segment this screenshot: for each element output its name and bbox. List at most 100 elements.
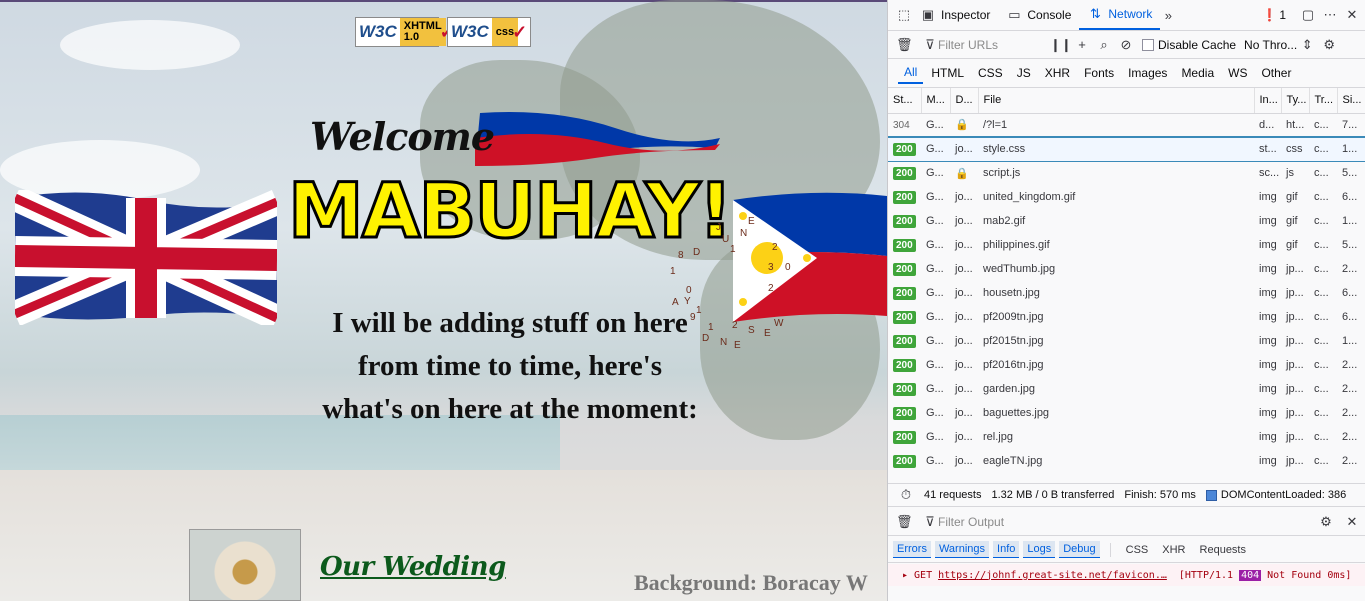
cell-status: 200 (888, 161, 921, 185)
disable-cache-toggle[interactable]: Disable Cache (1142, 38, 1236, 52)
cell-size: 6... (1342, 287, 1358, 299)
table-row[interactable]: 200 G... jo... pf2009tn.jpg img jp... c... 6... (888, 305, 1365, 329)
search-icon[interactable]: ⌕ (1096, 37, 1112, 53)
table-row[interactable]: 200 G... jo... pf2016tn.jpg img jp... c... 2... (888, 353, 1365, 377)
cell-size: 2... (1342, 359, 1358, 371)
type-filter-item[interactable]: XHR (1039, 63, 1076, 83)
close-icon[interactable]: ✕ (1344, 7, 1360, 23)
cell-initiator: img (1259, 455, 1277, 467)
table-row[interactable]: 200 G... jo... style.css st... css c... 1... (888, 137, 1365, 161)
column-header[interactable]: In... (1254, 88, 1282, 114)
cell-size: 2... (1342, 455, 1358, 467)
cell-type: gif (1286, 215, 1298, 227)
finish-time: Finish: 570 ms (1124, 489, 1196, 501)
trash-icon[interactable]: 🗑 (896, 37, 913, 53)
console-icon: ▭ (1008, 7, 1021, 22)
cell-domain: 🔒 (950, 161, 978, 185)
table-row[interactable]: 200 G... jo... wedThumb.jpg img jp... c... 2... (888, 257, 1365, 281)
column-header[interactable]: Si... (1337, 88, 1365, 114)
error-counter[interactable]: ❗ 1 (1262, 8, 1286, 22)
log-url[interactable]: https://johnf.great-site.net/favicon.… (938, 570, 1167, 581)
cell-method: G... (926, 167, 944, 180)
more-tabs-icon[interactable]: » (1160, 8, 1176, 23)
column-header[interactable]: M... (921, 88, 951, 114)
trash-icon[interactable]: 🗑 (896, 514, 913, 530)
table-row[interactable]: 200 G... jo... eagleTN.jpg img jp... c... 2... (888, 449, 1365, 473)
tab-network[interactable]: ⇅ Network (1079, 0, 1161, 30)
console-type-filter[interactable]: CSS (1121, 542, 1154, 558)
table-row[interactable]: 200 G... jo... mab2.gif img gif c... 1... (888, 209, 1365, 233)
table-row[interactable]: 200 G... jo... baguettes.jpg img jp... c... 2..… (888, 401, 1365, 425)
cell-size: 6... (1342, 311, 1358, 323)
status-badge: 200 (893, 334, 916, 348)
console-level-chip[interactable]: Debug (1059, 541, 1100, 558)
console-level-chip[interactable]: Logs (1023, 541, 1056, 558)
type-filter-item[interactable]: Images (1122, 63, 1173, 83)
gear-icon[interactable]: ⚙ (1318, 514, 1334, 530)
filter-output-input[interactable]: Filter Output (938, 515, 1004, 529)
element-picker-icon[interactable]: ⬚ (896, 7, 912, 23)
column-header[interactable]: Tr... (1309, 88, 1338, 114)
cell-method: G... (926, 118, 944, 131)
console-type-filter[interactable]: Requests (1195, 542, 1251, 558)
console-level-chip[interactable]: Errors (893, 541, 931, 558)
type-filter-item[interactable]: Fonts (1078, 63, 1120, 83)
console-level-chip[interactable]: Info (993, 541, 1020, 558)
filter-urls-input[interactable]: Filter URLs (938, 38, 1050, 52)
type-filter-item[interactable]: Other (1255, 63, 1297, 83)
type-filter-item[interactable]: HTML (925, 63, 970, 83)
type-filter-item[interactable]: CSS (972, 63, 1009, 83)
type-filter-item[interactable]: JS (1011, 63, 1037, 83)
cell-domain: jo... (950, 137, 978, 161)
type-filter-item[interactable]: All (898, 62, 924, 84)
philippines-flag-icon (733, 192, 887, 322)
column-header[interactable]: D... (950, 88, 979, 114)
checkbox[interactable] (1142, 38, 1154, 51)
background-caption: Background: Boracay W (634, 570, 868, 595)
cell-method: G... (926, 215, 944, 227)
cell-method: G... (926, 239, 944, 251)
column-header[interactable]: St... (888, 88, 922, 114)
w3c-xhtml-badge[interactable]: W3C XHTML1.0 ✓ (355, 17, 455, 47)
table-row[interactable]: 304 G... 🔒 /?l=1 d... ht... c... 7... (888, 113, 1365, 137)
menu-icon[interactable]: ⋯ (1322, 7, 1338, 23)
our-wedding-link[interactable]: Our Wedding (320, 552, 506, 582)
cell-type: jp... (1286, 455, 1304, 467)
cell-status: 200 (888, 305, 921, 329)
close-icon[interactable]: ✕ (1344, 514, 1360, 530)
tab-inspector[interactable]: ▣ Inspector (912, 0, 998, 30)
table-row[interactable]: 200 G... jo... philippines.gif img gif c... 5..… (888, 233, 1365, 257)
tab-console[interactable]: ▭ Console (998, 0, 1079, 30)
dock-icon[interactable]: ▢ (1300, 7, 1316, 23)
cell-status: 200 (888, 209, 921, 233)
add-icon[interactable]: + (1074, 37, 1090, 52)
cell-transferred: c... (1314, 455, 1329, 467)
cell-initiator: img (1259, 263, 1277, 275)
lock-icon: 🔒 (955, 119, 969, 132)
clock-char: D (693, 247, 701, 258)
cell-domain: jo... (955, 191, 973, 203)
cell-method: G... (921, 137, 950, 161)
console-level-chip[interactable]: Warnings (934, 541, 990, 558)
pause-icon[interactable]: ❙❙ (1050, 37, 1072, 53)
gear-icon[interactable]: ⚙ (1321, 37, 1337, 53)
status-badge: 200 (893, 190, 916, 204)
type-filter-item[interactable]: WS (1222, 63, 1253, 83)
column-header[interactable]: Ty... (1281, 88, 1310, 114)
column-header[interactable]: File (978, 88, 1255, 114)
table-row[interactable]: 200 G... jo... garden.jpg img jp... c... 2... (888, 377, 1365, 401)
w3c-css-badge[interactable]: W3C css ✓ (447, 17, 531, 47)
table-row[interactable]: 200 G... jo... rel.jpg img jp... c... 2... (888, 425, 1365, 449)
throttle-select[interactable]: No Thro... (1244, 38, 1297, 52)
table-row[interactable]: 200 G... jo... housetn.jpg img jp... c... 6... (888, 281, 1365, 305)
table-row[interactable]: 200 G... jo... united_kingdom.gif img gif c...… (888, 185, 1365, 209)
table-row[interactable]: 200 G... 🔒 script.js sc... js c... 5... (888, 161, 1365, 185)
cell-file: garden.jpg (983, 383, 1035, 395)
expand-arrow-icon[interactable]: ▸ (902, 570, 908, 581)
cell-domain: jo... (955, 335, 973, 347)
type-filter-item[interactable]: Media (1175, 63, 1220, 83)
block-icon[interactable]: ⊘ (1118, 37, 1134, 53)
table-row[interactable]: 200 G... jo... pf2015tn.jpg img jp... c... 1... (888, 329, 1365, 353)
wedding-thumbnail[interactable] (189, 529, 301, 601)
console-type-filter[interactable]: XHR (1157, 542, 1190, 558)
